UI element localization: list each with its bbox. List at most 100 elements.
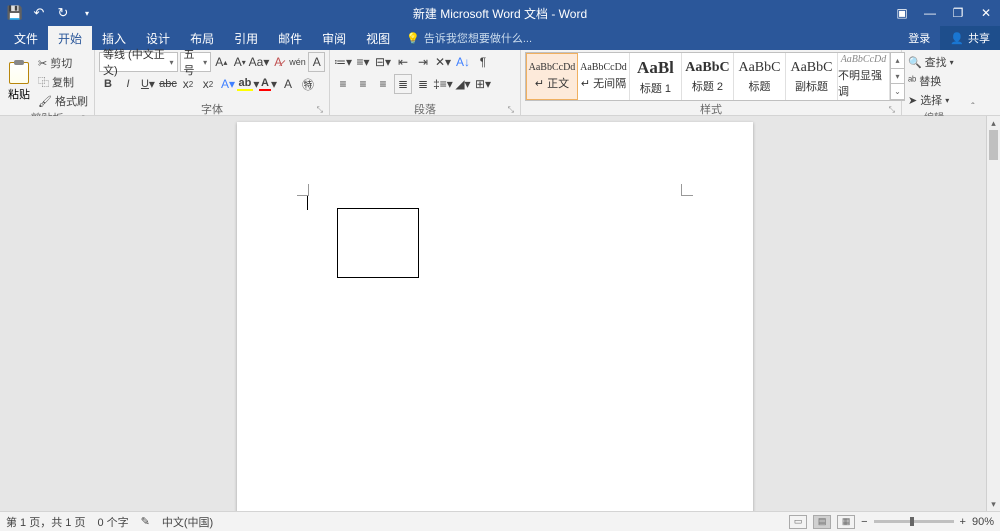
share-button[interactable]: 👤 共享 — [940, 26, 1000, 50]
strikethrough-button[interactable]: abc — [159, 74, 177, 94]
group-font: 等线 (中文正文)▾ 五号▾ A▴ A▾ Aa▾ A̷ wén A B I U▾… — [95, 50, 330, 115]
collapse-ribbon-icon[interactable]: ˆ — [971, 102, 974, 113]
login-button[interactable]: 登录 — [898, 26, 940, 50]
scroll-up-icon[interactable]: ▴ — [987, 116, 1000, 130]
spellcheck-icon[interactable]: ✎ — [141, 515, 150, 528]
character-border-button[interactable]: A — [308, 52, 324, 72]
page-indicator[interactable]: 第 1 页，共 1 页 — [6, 514, 85, 530]
ribbon-display-icon[interactable]: ▣ — [888, 0, 916, 26]
find-button[interactable]: 🔍查找▾ — [906, 53, 962, 71]
increase-indent-button[interactable]: ⇥ — [414, 52, 432, 72]
borders-button[interactable]: ⊞▾ — [474, 74, 492, 94]
asian-layout-button[interactable]: ✕▾ — [434, 52, 452, 72]
zoom-slider[interactable] — [874, 520, 954, 523]
select-button[interactable]: ➤选择▾ — [906, 91, 962, 109]
justify-button[interactable]: ≣ — [394, 74, 412, 94]
text-effects-button[interactable]: A▾ — [219, 74, 237, 94]
vertical-scrollbar[interactable]: ▴ ▾ — [986, 116, 1000, 511]
redo-icon[interactable]: ↻ — [54, 4, 72, 22]
chevron-down-icon: ▾ — [203, 58, 207, 67]
font-group-label: 字体⤡ — [99, 101, 325, 115]
rectangle-shape[interactable] — [337, 208, 419, 278]
phonetic-guide-button[interactable]: wén — [288, 52, 306, 72]
tab-file[interactable]: 文件 — [4, 26, 48, 50]
tab-home[interactable]: 开始 — [48, 26, 92, 50]
cut-label: 剪切 — [50, 55, 72, 71]
show-hide-button[interactable]: ¶ — [474, 52, 492, 72]
superscript-button[interactable]: x2 — [199, 74, 217, 94]
zoom-in-icon[interactable]: + — [960, 516, 966, 528]
decrease-indent-button[interactable]: ⇤ — [394, 52, 412, 72]
font-launcher-icon[interactable]: ⤡ — [317, 105, 323, 115]
underline-button[interactable]: U▾ — [139, 74, 157, 94]
maximize-icon[interactable]: ❐ — [944, 0, 972, 26]
style-heading1[interactable]: AaBl标题 1 — [630, 53, 682, 100]
qat-customize-icon[interactable]: ▾ — [78, 4, 96, 22]
format-painter-label: 格式刷 — [55, 93, 88, 109]
tab-view[interactable]: 视图 — [356, 26, 400, 50]
style-gallery[interactable]: AaBbCcDd↵ 正文 AaBbCcDd↵ 无间隔 AaBl标题 1 AaBb… — [525, 52, 905, 101]
character-shading-button[interactable]: A — [279, 74, 297, 94]
share-label: 共享 — [968, 30, 990, 46]
tell-me-placeholder: 告诉我您想要做什么... — [424, 30, 532, 46]
zoom-knob[interactable] — [910, 517, 914, 526]
font-name-combo[interactable]: 等线 (中文正文)▾ — [99, 52, 178, 72]
undo-icon[interactable]: ↶ — [30, 4, 48, 22]
subscript-button[interactable]: x2 — [179, 74, 197, 94]
style-title[interactable]: AaBbC标题 — [734, 53, 786, 100]
change-case-button[interactable]: Aa▾ — [250, 52, 268, 72]
style-subtitle[interactable]: AaBbC副标题 — [786, 53, 838, 100]
align-right-button[interactable]: ≡ — [374, 74, 392, 94]
format-painter-button[interactable]: 🖌格式刷 — [36, 92, 90, 110]
language-indicator[interactable]: 中文(中国) — [162, 514, 213, 530]
minimize-icon[interactable]: — — [916, 0, 944, 26]
shading-button[interactable]: ◢▾ — [454, 74, 472, 94]
style-subtle-emphasis[interactable]: AaBbCcDd不明显强调 — [838, 53, 890, 100]
tell-me-search[interactable]: 💡 告诉我您想要做什么... — [406, 26, 532, 50]
read-mode-icon[interactable]: ▭ — [789, 515, 807, 529]
close-icon[interactable]: ✕ — [972, 0, 1000, 26]
style-normal[interactable]: AaBbCcDd↵ 正文 — [526, 53, 578, 100]
find-label: 查找 — [925, 54, 947, 70]
window-title: 新建 Microsoft Word 文档 - Word — [413, 5, 587, 22]
font-size-combo[interactable]: 五号▾ — [180, 52, 212, 72]
save-icon[interactable]: 💾 — [6, 4, 24, 22]
line-spacing-button[interactable]: ‡≡▾ — [434, 74, 452, 94]
style-heading2[interactable]: AaBbC标题 2 — [682, 53, 734, 100]
word-count[interactable]: 0 个字 — [97, 514, 128, 530]
grow-font-button[interactable]: A▴ — [213, 52, 229, 72]
tab-review[interactable]: 审阅 — [312, 26, 356, 50]
bullets-button[interactable]: ≔▾ — [334, 52, 352, 72]
clear-formatting-button[interactable]: A̷ — [270, 52, 286, 72]
sort-button[interactable]: A↓ — [454, 52, 472, 72]
scroll-thumb[interactable] — [989, 130, 998, 160]
scroll-down-icon[interactable]: ▾ — [987, 497, 1000, 511]
highlight-button[interactable]: ab▾ — [239, 74, 257, 94]
paste-button[interactable]: 粘贴 — [4, 52, 34, 110]
multilevel-list-button[interactable]: ⊟▾ — [374, 52, 392, 72]
italic-button[interactable]: I — [119, 74, 137, 94]
numbering-button[interactable]: ≡▾ — [354, 52, 372, 72]
web-layout-icon[interactable]: ▦ — [837, 515, 855, 529]
style-label: 不明显强调 — [838, 67, 889, 99]
print-layout-icon[interactable]: ▤ — [813, 515, 831, 529]
align-center-button[interactable]: ≡ — [354, 74, 372, 94]
bold-button[interactable]: B — [99, 74, 117, 94]
cut-button[interactable]: ✂剪切 — [36, 54, 90, 72]
paragraph-launcher-icon[interactable]: ⤡ — [508, 105, 514, 115]
style-no-spacing[interactable]: AaBbCcDd↵ 无间隔 — [578, 53, 630, 100]
tab-references[interactable]: 引用 — [224, 26, 268, 50]
distribute-button[interactable]: ≣ — [414, 74, 432, 94]
zoom-out-icon[interactable]: − — [861, 516, 867, 528]
styles-launcher-icon[interactable]: ⤡ — [889, 105, 895, 115]
document-page[interactable] — [237, 122, 753, 511]
align-left-button[interactable]: ≡ — [334, 74, 352, 94]
tab-mailings[interactable]: 邮件 — [268, 26, 312, 50]
font-color-button[interactable]: A▾ — [259, 74, 277, 94]
shrink-font-button[interactable]: A▾ — [232, 52, 248, 72]
replace-button[interactable]: ᵃᵇ替换 — [906, 72, 962, 90]
lightbulb-icon: 💡 — [406, 32, 420, 45]
copy-button[interactable]: ⿻复制 — [36, 73, 90, 91]
enclose-characters-button[interactable]: ㊕ — [299, 74, 317, 94]
zoom-level[interactable]: 90% — [972, 516, 994, 528]
